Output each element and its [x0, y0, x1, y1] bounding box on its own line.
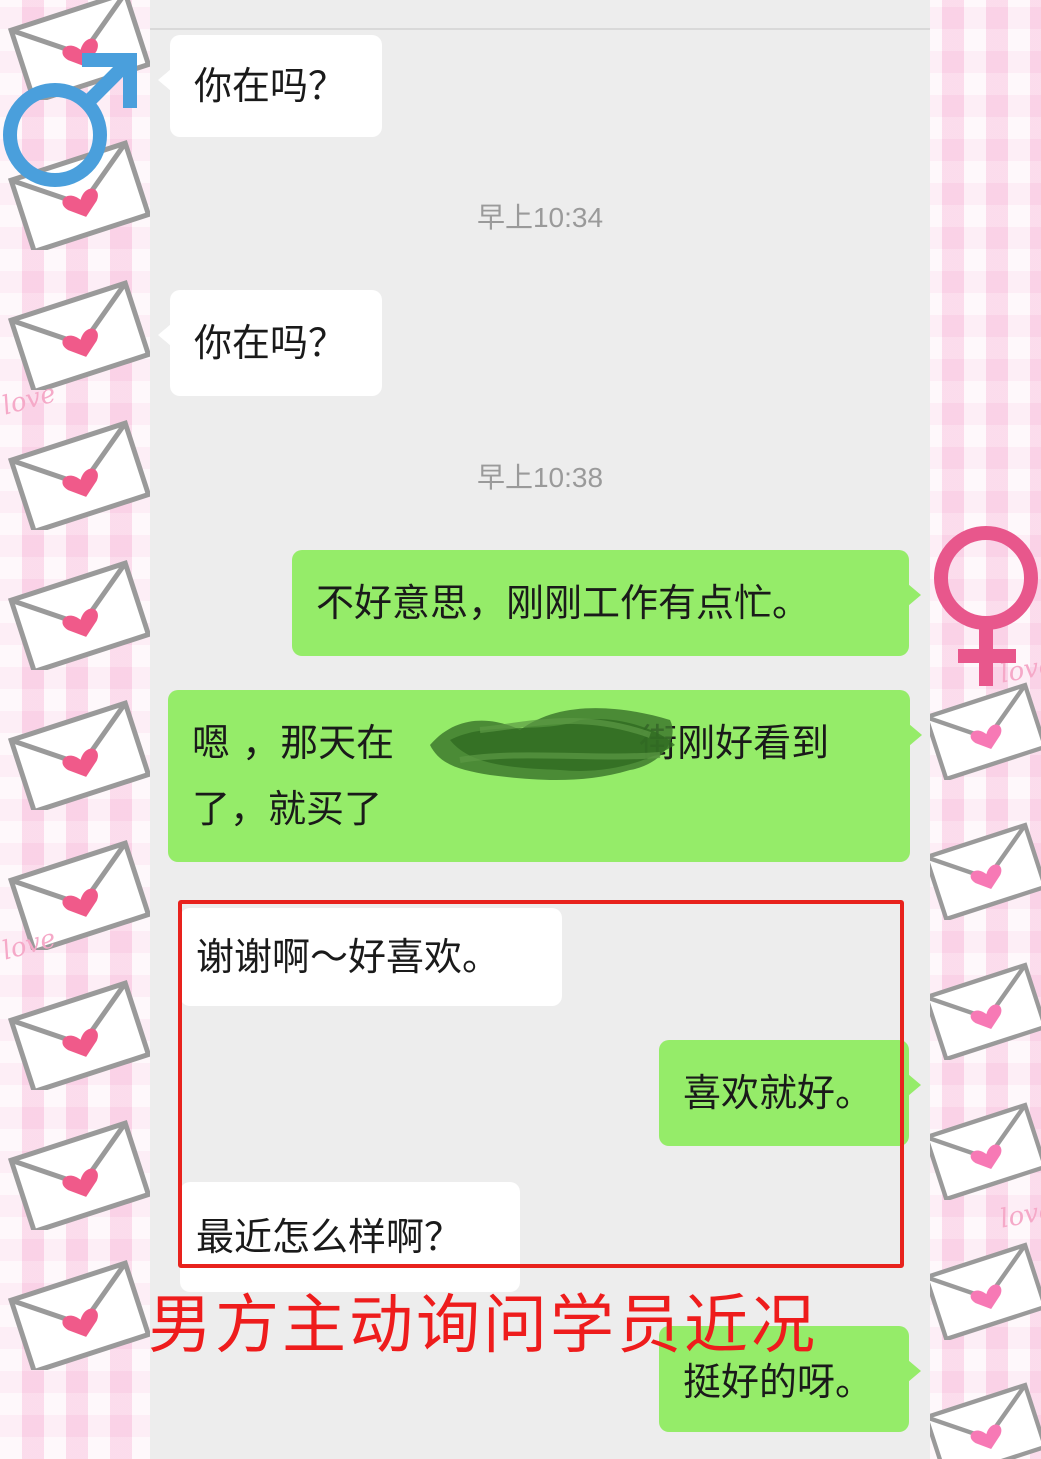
- envelope-heart-icon: [7, 1260, 152, 1370]
- timestamp: 早上10:38: [476, 462, 604, 493]
- redaction-scribble: [430, 708, 675, 780]
- right-decorative-border: love love: [920, 0, 1041, 1459]
- envelope-heart-icon: [7, 700, 152, 810]
- envelope-heart-icon: [7, 420, 152, 530]
- envelope-heart-icon: [923, 1382, 1041, 1459]
- message-text: 嗯 ，那天在: [192, 721, 395, 765]
- envelope-heart-icon: [923, 1242, 1041, 1340]
- left-decorative-border: love love: [0, 0, 160, 1459]
- highlight-box: [178, 900, 904, 1268]
- envelope-heart-icon: [923, 962, 1041, 1060]
- male-symbol-icon: [3, 53, 137, 187]
- love-decoration: love: [997, 1195, 1041, 1235]
- envelope-heart-icon: [923, 1102, 1041, 1200]
- envelope-heart-icon: [923, 682, 1041, 780]
- envelope-heart-icon: [923, 822, 1041, 920]
- timestamp: 早上10:34: [476, 202, 604, 233]
- message-bubble-incoming[interactable]: 你在吗？: [158, 35, 382, 137]
- message-bubble-outgoing[interactable]: 不好意思，刚刚工作有点忙。: [292, 550, 921, 656]
- envelope-heart-icon: [7, 980, 152, 1090]
- message-bubble-incoming[interactable]: 你在吗？: [158, 290, 382, 396]
- divider: [150, 28, 930, 30]
- caption: 男方主动询问学员近况: [148, 1289, 818, 1363]
- envelope-heart-icon: [7, 280, 152, 390]
- envelope-heart-icon: [7, 560, 152, 670]
- envelope-heart-icon: [7, 1120, 152, 1230]
- female-symbol-icon: [934, 526, 1038, 686]
